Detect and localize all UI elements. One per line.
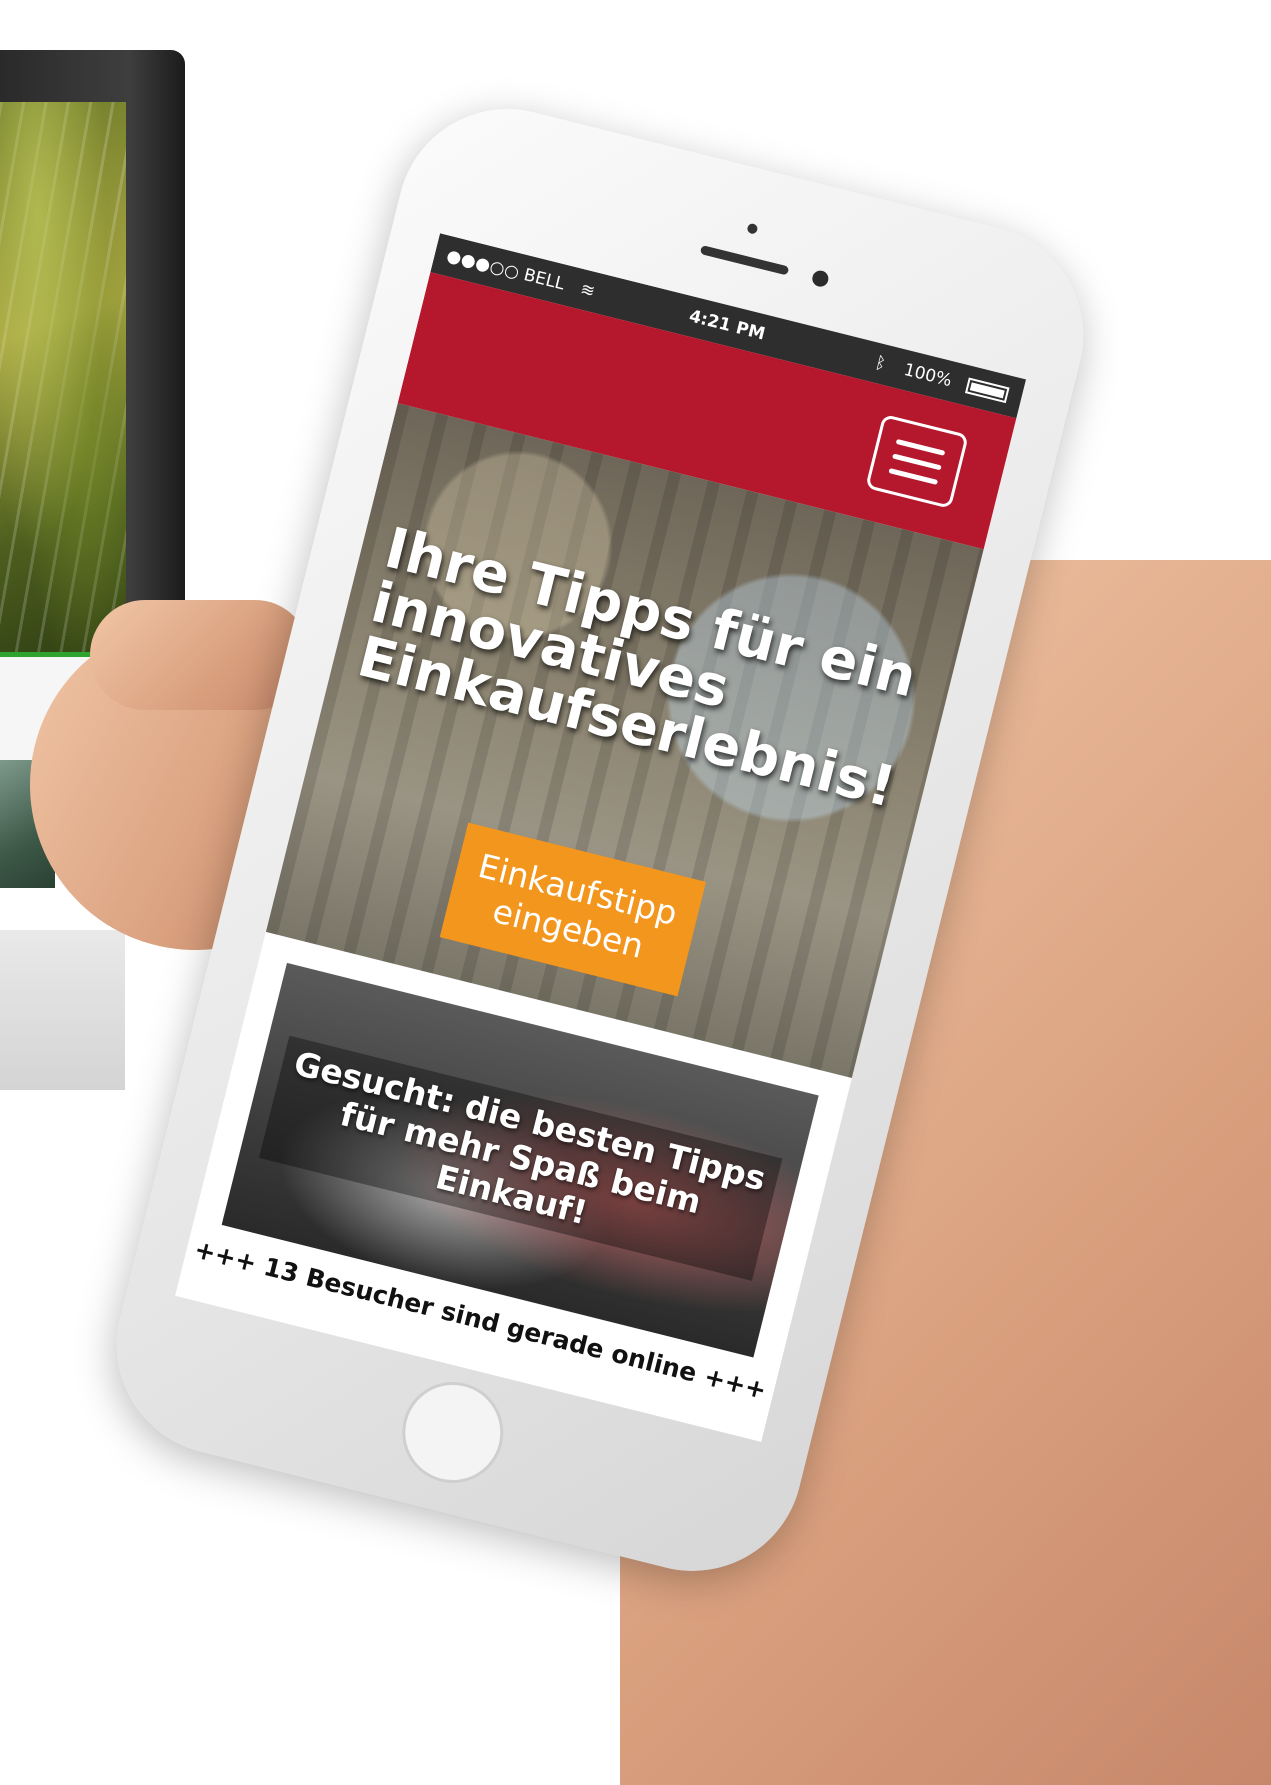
laptop-thumbnail-image <box>0 760 55 888</box>
battery-percent: 100% <box>901 359 954 392</box>
hamburger-icon <box>895 438 946 456</box>
wifi-icon: ≋ <box>578 279 597 303</box>
phone-screen: ●●●○○ BELL ≋ 4:21 PM ᛒ 100% Ihre Tipps f… <box>175 233 1027 1442</box>
laptop-green-bar <box>0 652 126 657</box>
laptop-base <box>0 930 125 1090</box>
einkaufstipp-eingeben-button[interactable]: Einkaufstipp eingeben <box>439 822 707 997</box>
proximity-sensor <box>746 222 759 235</box>
home-button[interactable] <box>391 1371 515 1494</box>
laptop-forest-image <box>0 102 126 652</box>
hamburger-icon-line <box>888 468 939 485</box>
bluetooth-icon: ᛒ <box>873 352 888 375</box>
hamburger-icon-line <box>892 453 942 471</box>
front-camera <box>810 268 831 289</box>
laptop-bezel <box>0 50 185 810</box>
hamburger-menu-button[interactable] <box>865 413 969 509</box>
promo-title: Gesucht: die besten Tipps für mehr Spaß … <box>258 1035 783 1281</box>
earpiece-speaker <box>699 244 790 276</box>
battery-icon <box>964 377 1010 404</box>
background-laptop <box>0 50 190 1090</box>
hero-title: Ihre Tipps für ein innovatives Einkaufse… <box>351 515 923 821</box>
laptop-screen <box>0 102 126 802</box>
smartphone: ●●●○○ BELL ≋ 4:21 PM ᛒ 100% Ihre Tipps f… <box>93 85 1107 1595</box>
